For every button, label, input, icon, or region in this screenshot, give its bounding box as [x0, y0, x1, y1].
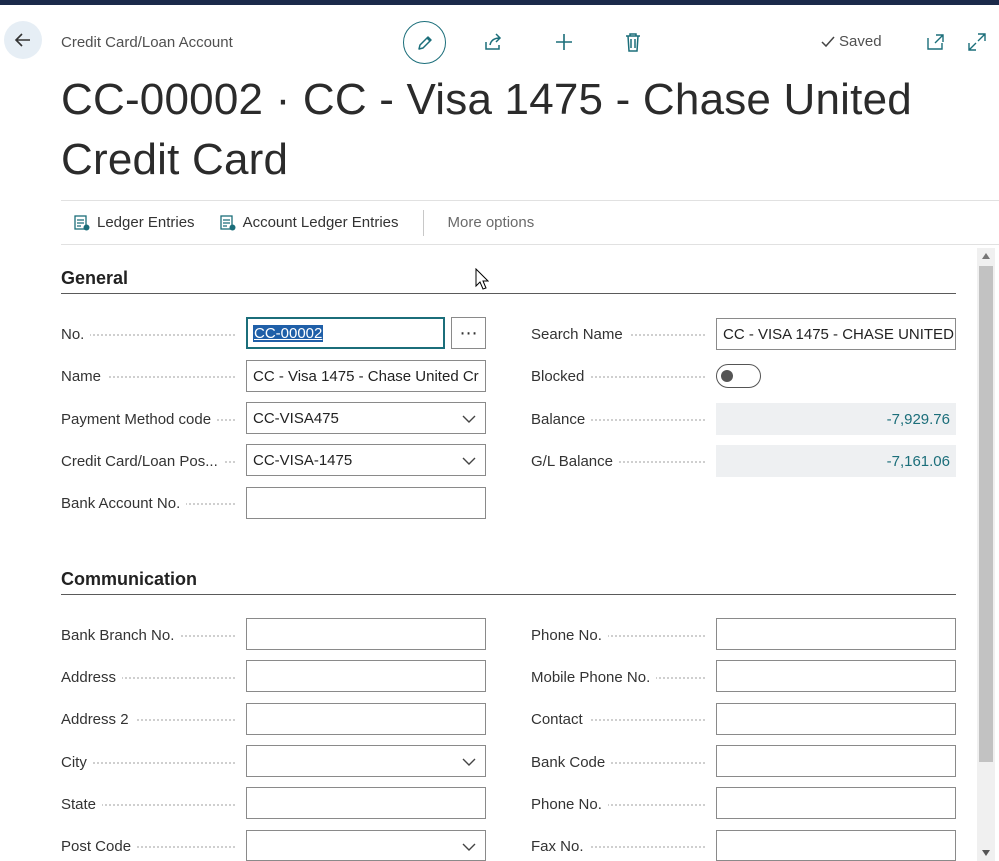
- vertical-scrollbar[interactable]: [977, 248, 995, 861]
- search-name-label: Search Name: [531, 318, 711, 350]
- phone-no-2-label: Phone No.: [531, 788, 711, 820]
- action-bar-divider: [422, 209, 424, 236]
- balance-value[interactable]: -7,929.76: [716, 403, 956, 435]
- pencil-icon: [417, 35, 432, 50]
- post-code-label: Post Code: [61, 830, 241, 861]
- communication-section-heading: Communication: [61, 569, 956, 595]
- mobile-phone-no-input[interactable]: [716, 660, 956, 692]
- bank-account-no-input[interactable]: [246, 487, 486, 519]
- chevron-down-icon: [462, 415, 476, 423]
- ledger-entries-action[interactable]: Ledger Entries: [61, 214, 207, 232]
- fax-no-label: Fax No.: [531, 830, 711, 861]
- edit-button[interactable]: [403, 21, 446, 64]
- name-label: Name: [61, 360, 241, 392]
- page-title: CC-00002 · CC - Visa 1475 - Chase United…: [61, 75, 912, 184]
- general-section-heading: General: [61, 268, 956, 294]
- toggle-knob: [721, 370, 733, 382]
- plus-icon: [556, 34, 572, 50]
- new-button[interactable]: [552, 30, 576, 54]
- blocked-toggle[interactable]: [716, 364, 761, 388]
- post-code-select[interactable]: [246, 830, 486, 861]
- ledger-icon: [74, 214, 90, 230]
- mouse-pointer-icon: [475, 268, 489, 290]
- open-new-window-button[interactable]: [924, 30, 948, 54]
- top-bar: [0, 0, 999, 5]
- arrow-left-icon: [14, 33, 30, 47]
- phone-no-input[interactable]: [716, 618, 956, 650]
- triangle-up-icon: [982, 253, 990, 259]
- address-2-input[interactable]: [246, 703, 486, 735]
- payment-method-label: Payment Method code: [61, 403, 241, 435]
- payment-method-select[interactable]: CC-VISA475: [246, 402, 486, 434]
- no-lookup-button[interactable]: ⋯: [451, 317, 486, 349]
- phone-no-label: Phone No.: [531, 619, 711, 651]
- ledger-icon: [219, 214, 236, 230]
- bank-account-no-label: Bank Account No.: [61, 487, 241, 519]
- chevron-down-icon: [462, 758, 476, 766]
- payment-method-value: CC-VISA475: [253, 409, 339, 427]
- popout-icon: [927, 34, 944, 50]
- address-input[interactable]: [246, 660, 486, 692]
- expand-button[interactable]: [965, 30, 989, 54]
- share-icon: [485, 33, 502, 50]
- name-input[interactable]: CC - Visa 1475 - Chase United Cr: [246, 360, 486, 392]
- no-input[interactable]: CC-00002: [246, 317, 445, 349]
- balance-label: Balance: [531, 403, 711, 435]
- city-label: City: [61, 746, 241, 778]
- bank-code-label: Bank Code: [531, 746, 711, 778]
- check-icon: [821, 36, 835, 47]
- ledger-entries-label: Ledger Entries: [97, 214, 195, 231]
- scroll-up-button[interactable]: [977, 248, 995, 264]
- back-button[interactable]: [4, 21, 42, 59]
- triangle-down-icon: [982, 850, 990, 856]
- bank-branch-no-input[interactable]: [246, 618, 486, 650]
- mobile-phone-no-label: Mobile Phone No.: [531, 661, 711, 693]
- delete-button[interactable]: [621, 30, 645, 54]
- bank-code-input[interactable]: [716, 745, 956, 777]
- posting-group-select[interactable]: CC-VISA-1475: [246, 444, 486, 476]
- share-button[interactable]: [481, 30, 505, 54]
- gl-balance-value[interactable]: -7,161.06: [716, 445, 956, 477]
- address-label: Address: [61, 661, 241, 693]
- ellipsis-icon: ⋯: [459, 322, 478, 343]
- account-ledger-entries-action[interactable]: Account Ledger Entries: [207, 214, 411, 232]
- save-status-label: Saved: [839, 33, 882, 50]
- state-input[interactable]: [246, 787, 486, 819]
- blocked-label: Blocked: [531, 360, 711, 392]
- account-ledger-entries-label: Account Ledger Entries: [242, 214, 399, 231]
- breadcrumb: Credit Card/Loan Account: [61, 34, 233, 51]
- more-options-button[interactable]: More options: [436, 214, 547, 231]
- scrollbar-thumb[interactable]: [979, 266, 993, 762]
- expand-icon: [968, 33, 986, 51]
- scroll-down-button[interactable]: [977, 845, 995, 861]
- address-2-label: Address 2: [61, 703, 241, 735]
- search-name-input[interactable]: CC - VISA 1475 - CHASE UNITED: [716, 318, 956, 350]
- posting-group-value: CC-VISA-1475: [253, 451, 353, 469]
- trash-icon: [626, 33, 640, 52]
- state-label: State: [61, 788, 241, 820]
- bank-branch-no-label: Bank Branch No.: [61, 619, 241, 651]
- fax-no-input[interactable]: [716, 830, 956, 861]
- no-label: No.: [61, 318, 241, 350]
- gl-balance-label: G/L Balance: [531, 445, 711, 477]
- contact-input[interactable]: [716, 703, 956, 735]
- save-status: Saved: [820, 33, 882, 50]
- chevron-down-icon: [462, 843, 476, 851]
- chevron-down-icon: [462, 457, 476, 465]
- phone-no-2-input[interactable]: [716, 787, 956, 819]
- action-bar: Ledger Entries Account Ledger Entries Mo…: [61, 200, 999, 245]
- posting-group-label: Credit Card/Loan Pos...: [61, 445, 241, 477]
- contact-label: Contact: [531, 703, 711, 735]
- city-select[interactable]: [246, 745, 486, 777]
